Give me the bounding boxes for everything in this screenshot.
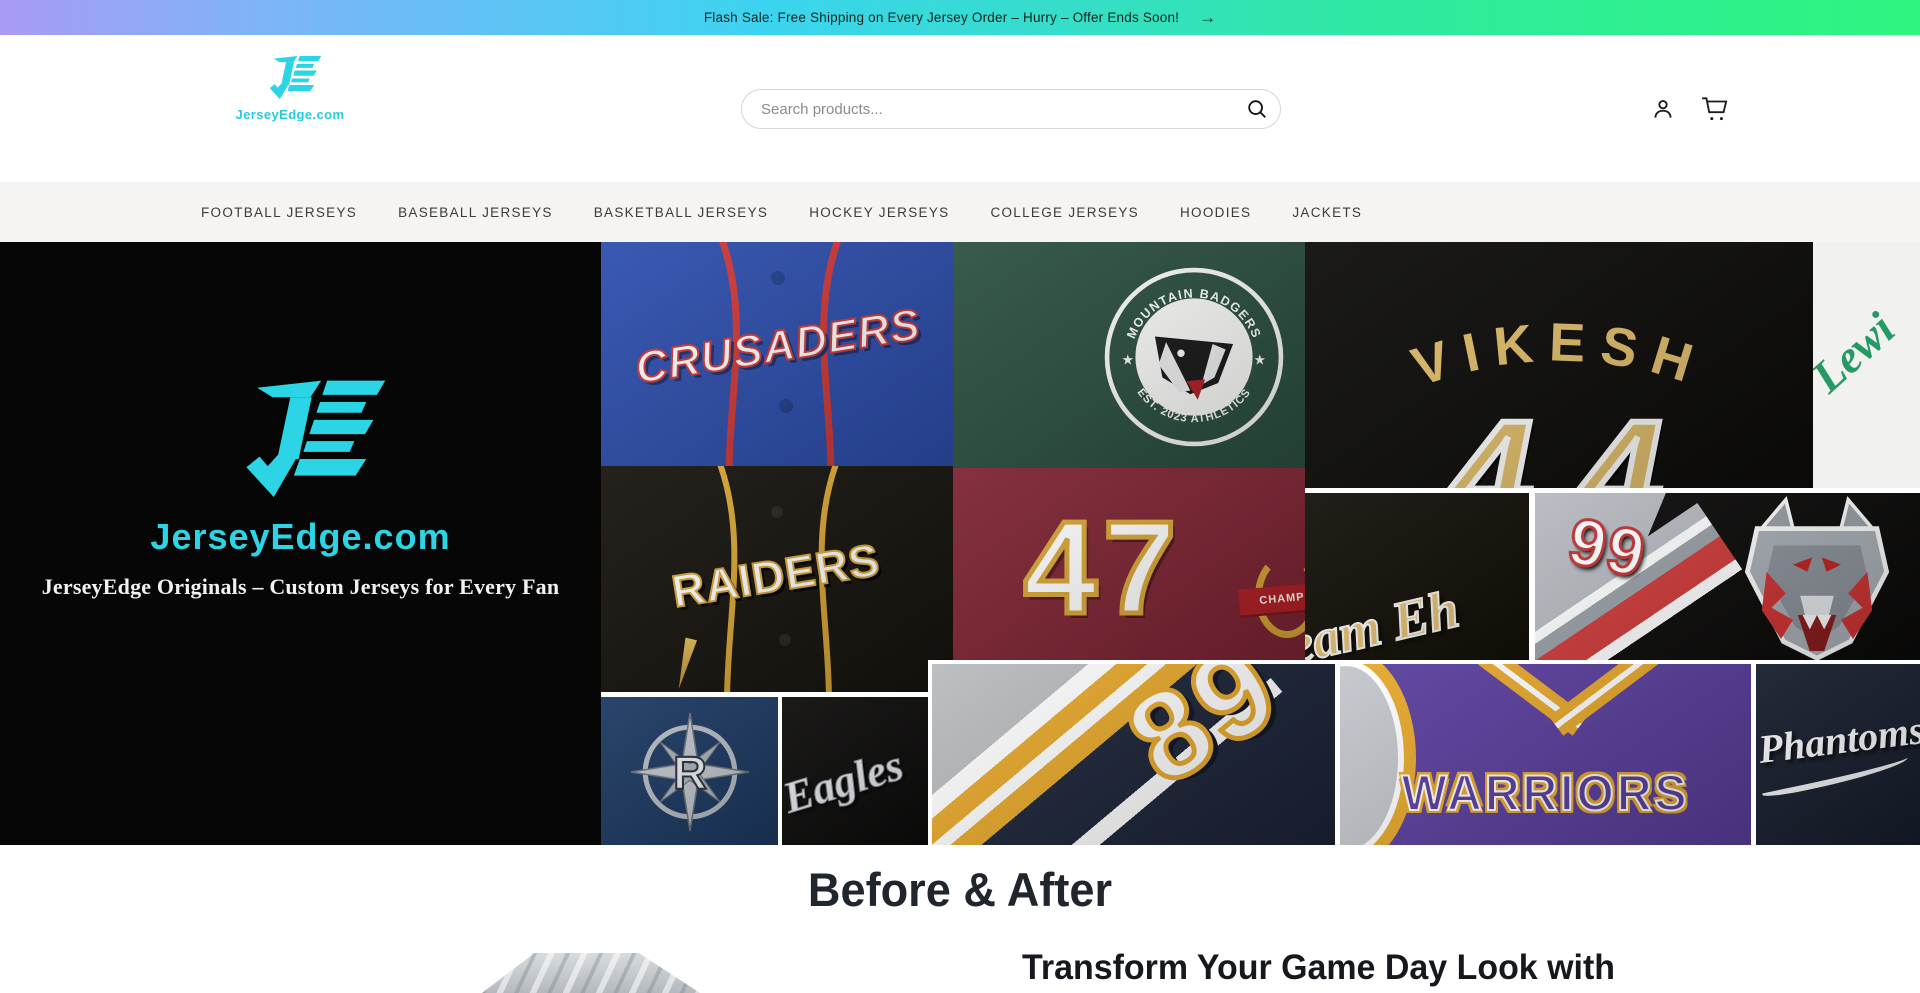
jersey-tile-vikesh: VIKESH 44 <box>1305 242 1813 488</box>
nav-item-hockey-jerseys[interactable]: HOCKEY JERSEYS <box>809 205 949 220</box>
search-button[interactable] <box>1234 90 1280 128</box>
star-icon: ★ <box>1121 351 1134 367</box>
section-title: Before & After <box>38 862 1881 917</box>
svg-text:R: R <box>673 746 707 798</box>
svg-text:VIKESH: VIKESH <box>1405 312 1712 397</box>
jersey-tile-raiders: RAIDERS <box>601 466 953 692</box>
cart-button[interactable] <box>1700 95 1730 125</box>
team-name: Lewi <box>1813 302 1905 403</box>
je-logo-icon <box>257 51 323 105</box>
logo-text: JerseyEdge.com <box>225 107 355 122</box>
logo[interactable]: JerseyEdge.com <box>225 51 355 122</box>
jersey-tile-eagles: Eagles <box>778 692 928 845</box>
search-input[interactable] <box>742 101 1234 118</box>
nav-item-football-jerseys[interactable]: FOOTBALL JERSEYS <box>201 205 357 220</box>
jersey-tile-crusaders: CRUSADERS <box>601 242 953 466</box>
badgers-crest-icon: MOUNTAIN BADGERS EST. 2023 ATHLETICS ★ ★ <box>1101 264 1287 450</box>
nav-item-baseball-jerseys[interactable]: BASEBALL JERSEYS <box>398 205 553 220</box>
jersey-tile-script-partial: Lewi <box>1813 242 1920 488</box>
nav-item-jackets[interactable]: JACKETS <box>1292 205 1362 220</box>
vneck-trim <box>1549 660 1691 736</box>
champion-patch-icon: CHAMP <box>1251 554 1305 646</box>
jersey-number: 99 <box>1562 502 1654 592</box>
jersey-tile-mountain-badgers: MOUNTAIN BADGERS EST. 2023 ATHLETICS ★ ★ <box>953 242 1305 468</box>
wolf-logo-icon <box>1733 495 1901 660</box>
jersey-number: 44 <box>1305 387 1813 488</box>
page: Flash Sale: Free Shipping on Every Jerse… <box>0 0 1920 993</box>
jersey-tile-47: 47 CHAMP <box>953 468 1305 660</box>
before-after-heading-partial: Transform Your Game Day Look with <box>1022 948 1615 988</box>
nav-item-hoodies[interactable]: HOODIES <box>1180 205 1251 220</box>
main-nav: FOOTBALL JERSEYS BASEBALL JERSEYS BASKET… <box>0 182 1920 242</box>
jersey-tile-warriors: WARRIORS <box>1335 660 1751 845</box>
jersey-tile-team-script: eam Eh <box>1305 488 1529 660</box>
jersey-number: 47 <box>953 492 1253 643</box>
announcement-text: Flash Sale: Free Shipping on Every Jerse… <box>704 10 1179 25</box>
header: JerseyEdge.com <box>0 35 1920 182</box>
jersey-tile-phantoms: Phantoms <box>1751 660 1920 845</box>
je-logo-large-icon <box>212 370 390 510</box>
nav-item-basketball-jerseys[interactable]: BASKETBALL JERSEYS <box>594 205 768 220</box>
search-icon <box>1246 98 1268 120</box>
cart-icon <box>1700 95 1730 123</box>
team-name: WARRIORS <box>1340 765 1751 823</box>
jersey-tile-89: 89 <box>928 660 1335 845</box>
team-name: Eagles <box>778 739 909 824</box>
hero-brand-panel: JerseyEdge.com JerseyEdge Originals – Cu… <box>0 242 601 845</box>
hero-brand-text: JerseyEdge.com <box>150 516 450 558</box>
jersey-tile-compass-r: R <box>601 692 778 845</box>
before-after-section: Before & After Transform Your Game Day L… <box>0 845 1920 993</box>
account-button[interactable] <box>1648 95 1678 125</box>
search-bar <box>741 89 1281 129</box>
nav-item-college-jerseys[interactable]: COLLEGE JERSEYS <box>990 205 1139 220</box>
team-name: eam Eh <box>1305 577 1464 660</box>
star-icon: ★ <box>1254 351 1267 367</box>
compass-r-logo-icon: R <box>629 711 751 833</box>
announcement-bar[interactable]: Flash Sale: Free Shipping on Every Jerse… <box>0 0 1920 35</box>
hero-collage: JerseyEdge.com JerseyEdge Originals – Cu… <box>0 242 1920 845</box>
arrow-right-icon: → <box>1199 9 1216 26</box>
hero-tagline: JerseyEdge Originals – Custom Jerseys fo… <box>42 574 560 600</box>
jersey-tile-wolf-99: 99 <box>1529 488 1920 660</box>
before-jersey-image-partial <box>482 953 700 993</box>
account-icon <box>1650 96 1676 122</box>
